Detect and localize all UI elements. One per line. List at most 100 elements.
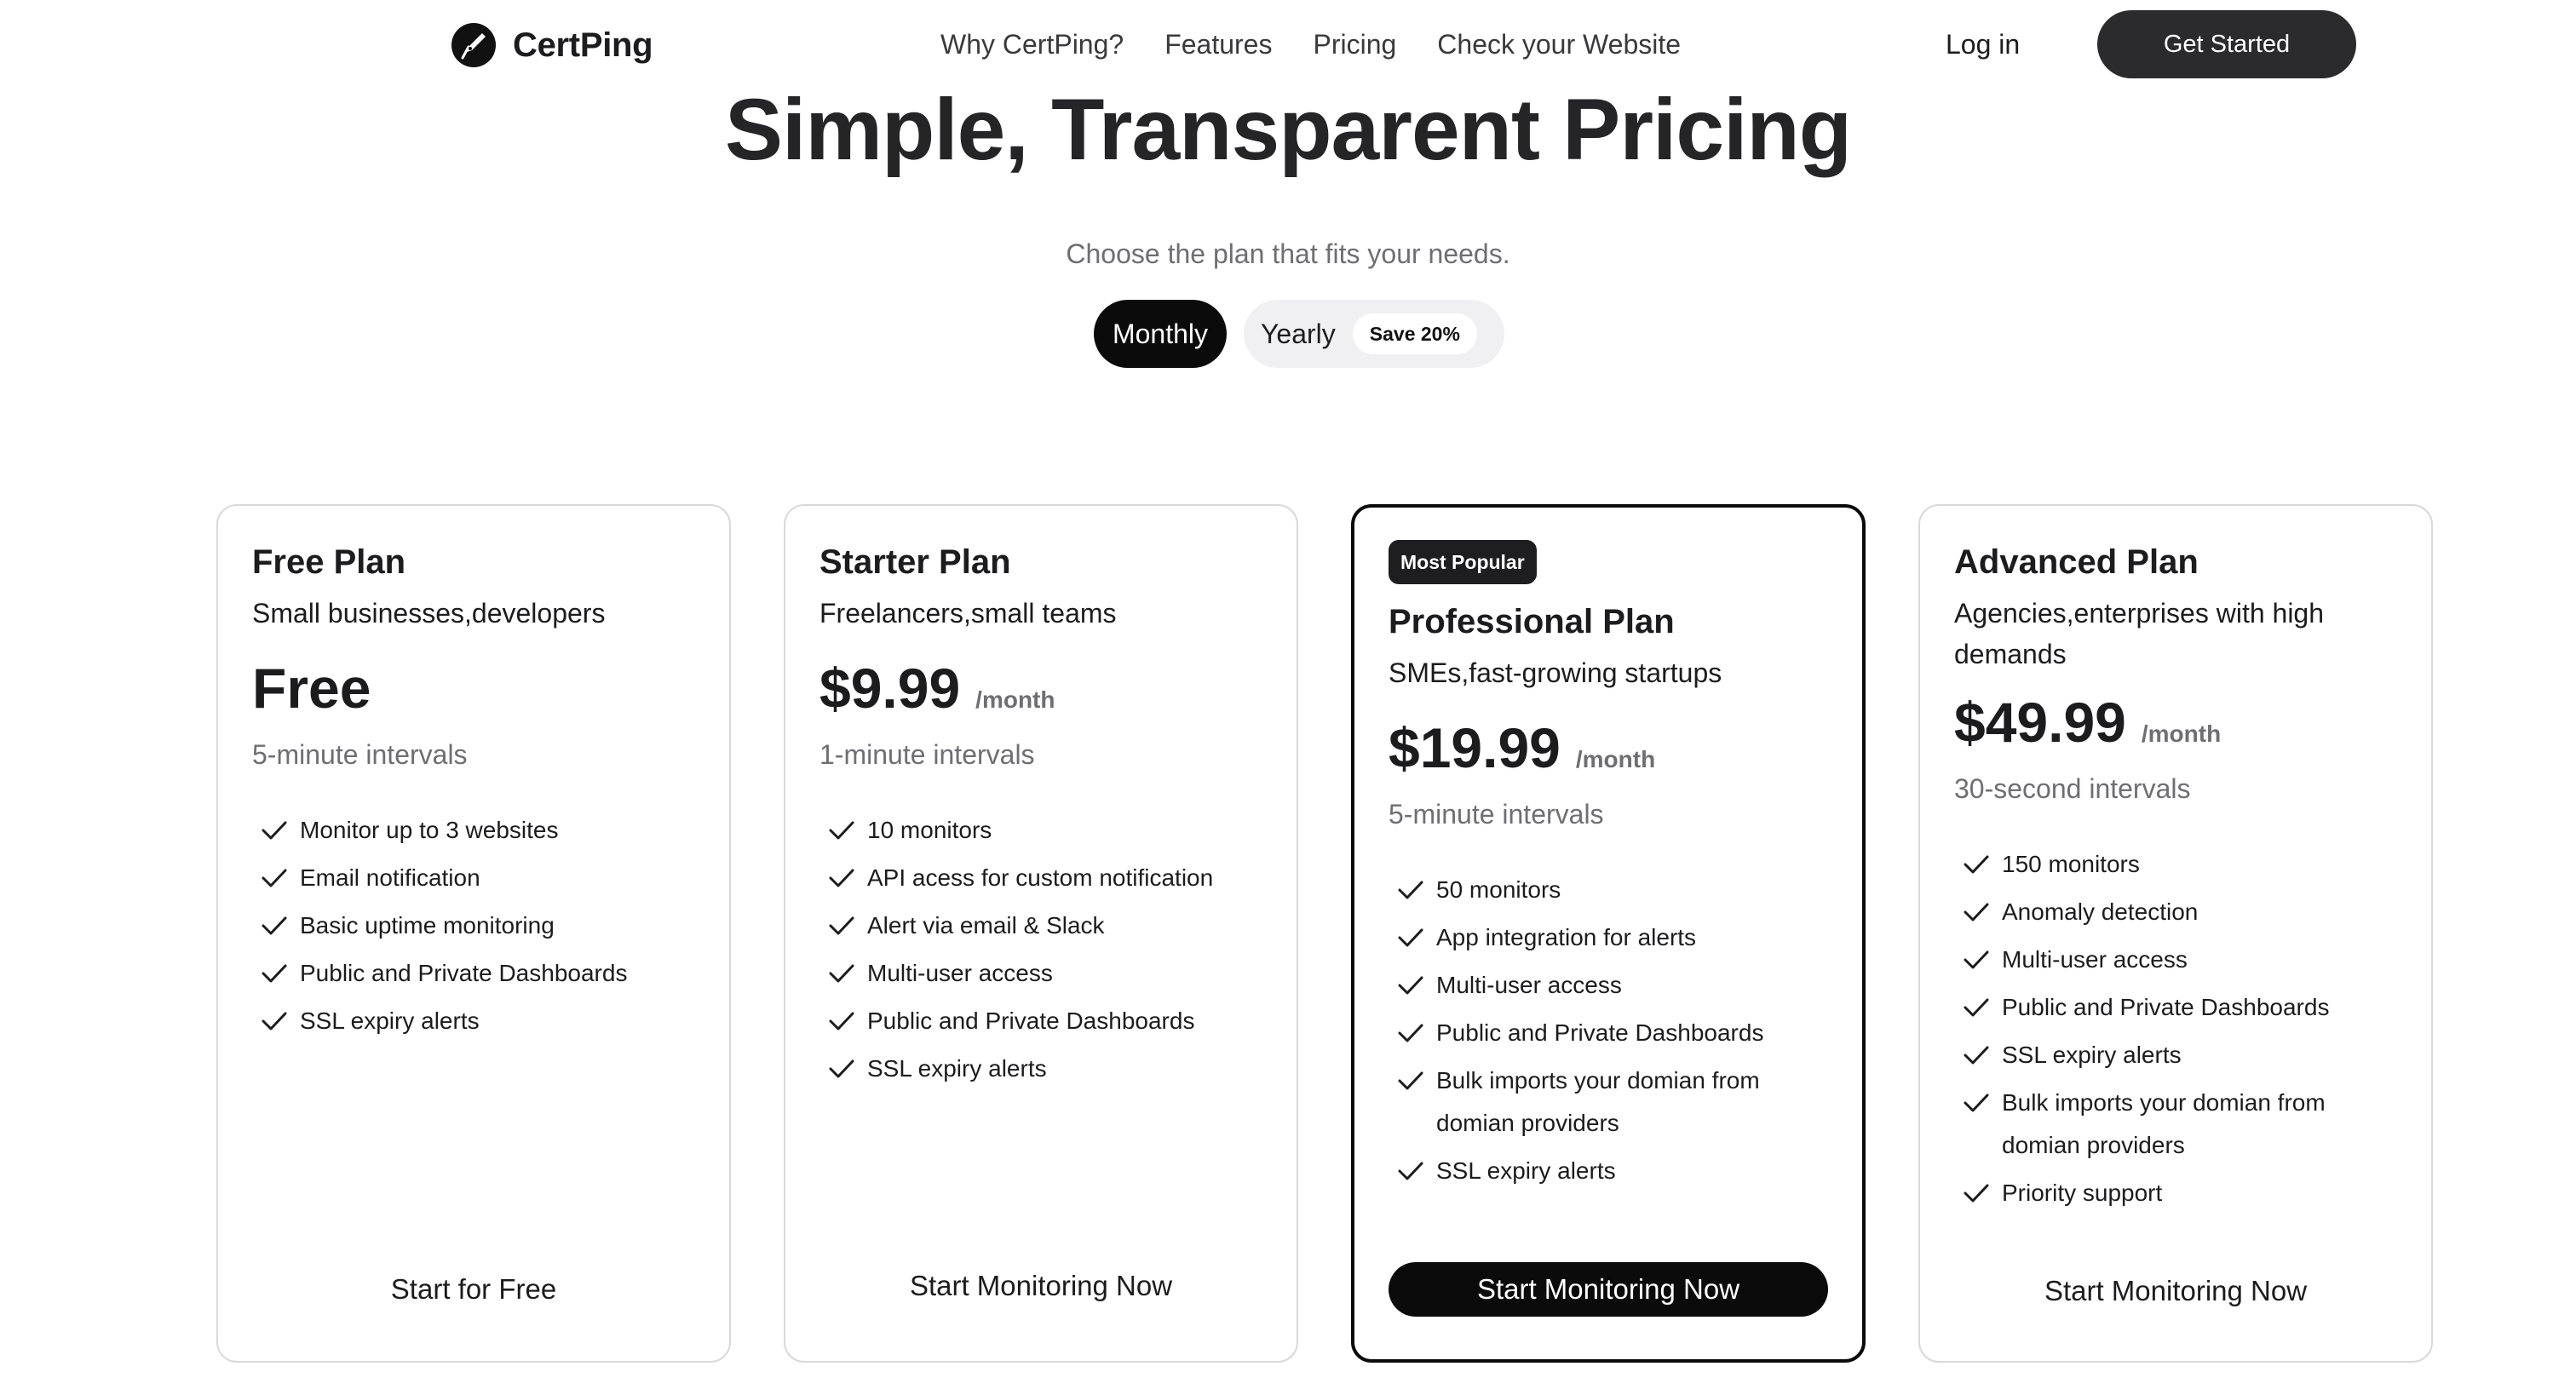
plan-description: Agencies,enterprises with high demands: [1954, 598, 2325, 669]
check-icon: [828, 1000, 859, 1042]
feature-item: SSL expiry alerts: [1954, 1034, 2406, 1076]
feature-text: SSL expiry alerts: [1436, 1157, 1616, 1184]
plan-description: Freelancers,small teams: [819, 598, 1117, 629]
price-row: Free: [252, 656, 704, 720]
nav-link-features[interactable]: Features: [1164, 26, 1272, 63]
plan-price: $19.99: [1389, 716, 1561, 779]
check-icon: [1397, 1012, 1428, 1054]
nav-link-why[interactable]: Why CertPing?: [940, 26, 1124, 63]
check-icon: [261, 809, 291, 852]
check-icon: [828, 904, 859, 947]
check-icon: [1397, 916, 1428, 959]
pen-nib-icon: [451, 23, 496, 67]
feature-item: App integration for alerts: [1389, 916, 1837, 959]
feature-item: Email notification: [252, 857, 704, 899]
plan-period: /month: [2141, 720, 2222, 747]
check-icon: [1963, 843, 1993, 886]
feature-item: Public and Private Dashboards: [1389, 1012, 1837, 1054]
feature-item: Bulk imports your domian from domian pro…: [1389, 1059, 1837, 1145]
feature-item: SSL expiry alerts: [819, 1048, 1271, 1090]
feature-item: Multi-user access: [819, 952, 1271, 995]
check-icon: [1963, 891, 1993, 933]
check-icon: [261, 904, 291, 947]
feature-item: 150 monitors: [1954, 843, 2406, 886]
feature-text: Public and Private Dashboards: [867, 1008, 1195, 1034]
feature-list: Monitor up to 3 websites Email notificati…: [252, 809, 704, 1042]
feature-item: Public and Private Dashboards: [1954, 986, 2406, 1029]
feature-text: Public and Private Dashboards: [300, 960, 628, 986]
feature-text: Priority support: [2002, 1180, 2163, 1206]
check-icon: [1963, 939, 1993, 981]
feature-text: Bulk imports your domian from domian pro…: [2002, 1089, 2326, 1158]
feature-text: Multi-user access: [2002, 946, 2188, 973]
plan-card-free: Free Plan Small businesses,developers Fr…: [216, 504, 731, 1363]
feature-text: SSL expiry alerts: [300, 1008, 480, 1034]
check-icon: [828, 809, 859, 852]
plan-name: Starter Plan: [819, 543, 1011, 581]
toggle-monthly[interactable]: Monthly: [1094, 300, 1227, 368]
login-link[interactable]: Log in: [1946, 26, 2020, 63]
plan-card-starter: Starter Plan Freelancers,small teams $9.…: [784, 504, 1298, 1363]
brand-logo[interactable]: CertPing: [451, 23, 653, 67]
feature-text: Multi-user access: [1436, 972, 1622, 998]
check-icon: [1397, 1150, 1428, 1192]
page-subtitle: Choose the plan that fits your needs.: [1066, 238, 1510, 269]
feature-item: Basic uptime monitoring: [252, 904, 704, 947]
feature-text: Anomaly detection: [2002, 898, 2199, 925]
feature-item: API acess for custom notification: [819, 857, 1271, 899]
most-popular-badge: Most Popular: [1389, 540, 1537, 584]
plan-interval: 30-second intervals: [1954, 773, 2191, 804]
plan-price: $49.99: [1954, 691, 2126, 754]
plan-interval: 1-minute intervals: [819, 739, 1035, 770]
feature-item: Public and Private Dashboards: [819, 1000, 1271, 1042]
plan-interval: 5-minute intervals: [252, 739, 468, 770]
feature-text: 150 monitors: [2002, 851, 2140, 877]
start-monitoring-button[interactable]: Start Monitoring Now: [819, 1259, 1262, 1313]
check-icon: [1397, 1059, 1428, 1102]
feature-item: Priority support: [1954, 1172, 2406, 1214]
feature-text: Public and Private Dashboards: [2002, 994, 2330, 1020]
plan-name: Free Plan: [252, 543, 406, 581]
start-for-free-button[interactable]: Start for Free: [252, 1262, 695, 1317]
nav-link-pricing[interactable]: Pricing: [1313, 26, 1396, 63]
feature-list: 10 monitors API acess for custom notifica…: [819, 809, 1271, 1090]
plan-period: /month: [1575, 746, 1656, 772]
feature-item: Anomaly detection: [1954, 891, 2406, 933]
feature-text: App integration for alerts: [1436, 924, 1697, 950]
plan-interval: 5-minute intervals: [1389, 799, 1604, 830]
feature-item: SSL expiry alerts: [252, 1000, 704, 1042]
nav-link-check-website[interactable]: Check your Website: [1437, 26, 1681, 63]
feature-item: 50 monitors: [1389, 869, 1837, 911]
feature-text: SSL expiry alerts: [867, 1055, 1047, 1082]
price-row: $49.99 /month: [1954, 690, 2406, 755]
start-monitoring-button[interactable]: Start Monitoring Now: [1954, 1264, 2397, 1318]
feature-text: Bulk imports your domian from domian pro…: [1436, 1067, 1760, 1136]
save-badge: Save 20%: [1352, 313, 1477, 354]
plan-description: Small businesses,developers: [252, 598, 606, 629]
feature-item: Multi-user access: [1954, 939, 2406, 981]
feature-text: SSL expiry alerts: [2002, 1042, 2182, 1068]
check-icon: [1397, 964, 1428, 1007]
check-icon: [828, 952, 859, 995]
start-monitoring-button[interactable]: Start Monitoring Now: [1389, 1262, 1828, 1317]
get-started-button[interactable]: Get Started: [2097, 10, 2356, 78]
feature-item: Monitor up to 3 websites: [252, 809, 704, 852]
feature-item: Public and Private Dashboards: [252, 952, 704, 995]
check-icon: [261, 952, 291, 995]
plan-card-advanced: Advanced Plan Agencies,enterprises with …: [1918, 504, 2433, 1363]
billing-toggle: Monthly Yearly Save 20%: [1094, 300, 1504, 368]
feature-item: SSL expiry alerts: [1389, 1150, 1837, 1192]
feature-item: Bulk imports your domian from domian pro…: [1954, 1082, 2406, 1167]
check-icon: [1963, 1034, 1993, 1076]
feature-text: Monitor up to 3 websites: [300, 817, 559, 843]
feature-item: Multi-user access: [1389, 964, 1837, 1007]
feature-item: Alert via email & Slack: [819, 904, 1271, 947]
feature-list: 50 monitors App integration for alerts Mul…: [1389, 869, 1837, 1192]
feature-text: Alert via email & Slack: [867, 912, 1105, 939]
toggle-yearly[interactable]: Yearly Save 20%: [1244, 300, 1504, 368]
feature-text: 10 monitors: [867, 817, 992, 843]
plan-period: /month: [975, 686, 1055, 713]
check-icon: [1963, 986, 1993, 1029]
toggle-yearly-label: Yearly: [1261, 318, 1336, 349]
feature-text: Public and Private Dashboards: [1436, 1019, 1764, 1046]
